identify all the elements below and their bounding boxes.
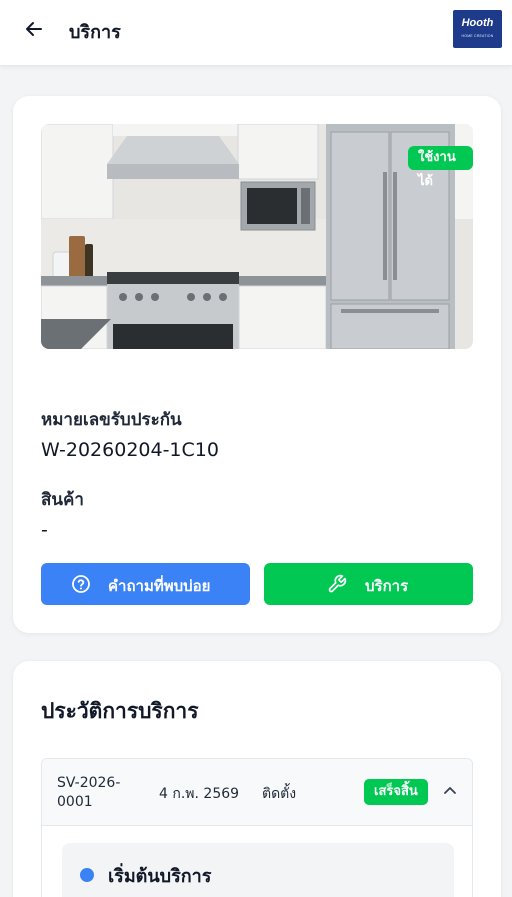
product-status-badge: ใช้งานได้: [408, 146, 473, 189]
warranty-label: หมายเลขรับประกัน: [41, 410, 182, 430]
faq-button-label: คำถามที่พบบ่อย: [108, 577, 211, 595]
question-circle-icon: [72, 575, 90, 593]
faq-button[interactable]: คำถามที่พบบ่อย: [41, 563, 250, 605]
page-title: บริการ: [69, 22, 121, 43]
timeline-step-title: เริ่มต้นบริการ: [108, 866, 212, 887]
history-list: SV-2026-0001 4 ก.พ. 2569 ติดตั้ง เสร็จสิ…: [41, 758, 473, 897]
product-value: -: [41, 519, 48, 541]
back-button[interactable]: [22, 17, 46, 41]
product-image: ใช้งานได้: [41, 124, 473, 349]
logo-subtext: HOME CREATION: [461, 34, 494, 38]
service-date: 4 ก.พ. 2569: [159, 786, 240, 802]
product-card: ใช้งานได้ หมายเลขรับประกัน W-20260204-1C…: [13, 96, 501, 633]
brand-logo: Hooth HOME CREATION: [453, 10, 502, 48]
service-timeline: เริ่มต้นบริการ: [62, 843, 454, 897]
product-label: สินค้า: [41, 490, 84, 510]
history-row[interactable]: SV-2026-0001 4 ก.พ. 2569 ติดตั้ง เสร็จสิ…: [42, 759, 472, 826]
service-type: ติดตั้ง: [262, 786, 297, 802]
chevron-up-icon[interactable]: [442, 783, 458, 799]
warranty-number: W-20260204-1C10: [41, 439, 219, 461]
service-button-label: บริการ: [365, 577, 409, 595]
arrow-left-icon: [26, 22, 42, 36]
service-history-card: ประวัติการบริการ SV-2026-0001 4 ก.พ. 256…: [13, 661, 501, 897]
wrench-icon: [328, 574, 347, 593]
app-header: บริการ Hooth HOME CREATION: [0, 0, 512, 66]
logo-text: Hooth: [461, 17, 494, 29]
service-button[interactable]: บริการ: [264, 563, 473, 605]
ticket-number: SV-2026-0001: [57, 775, 121, 810]
service-status-badge: เสร็จสิ้น: [364, 779, 428, 805]
history-title: ประวัติการบริการ: [41, 699, 199, 723]
timeline-dot: [80, 868, 94, 882]
